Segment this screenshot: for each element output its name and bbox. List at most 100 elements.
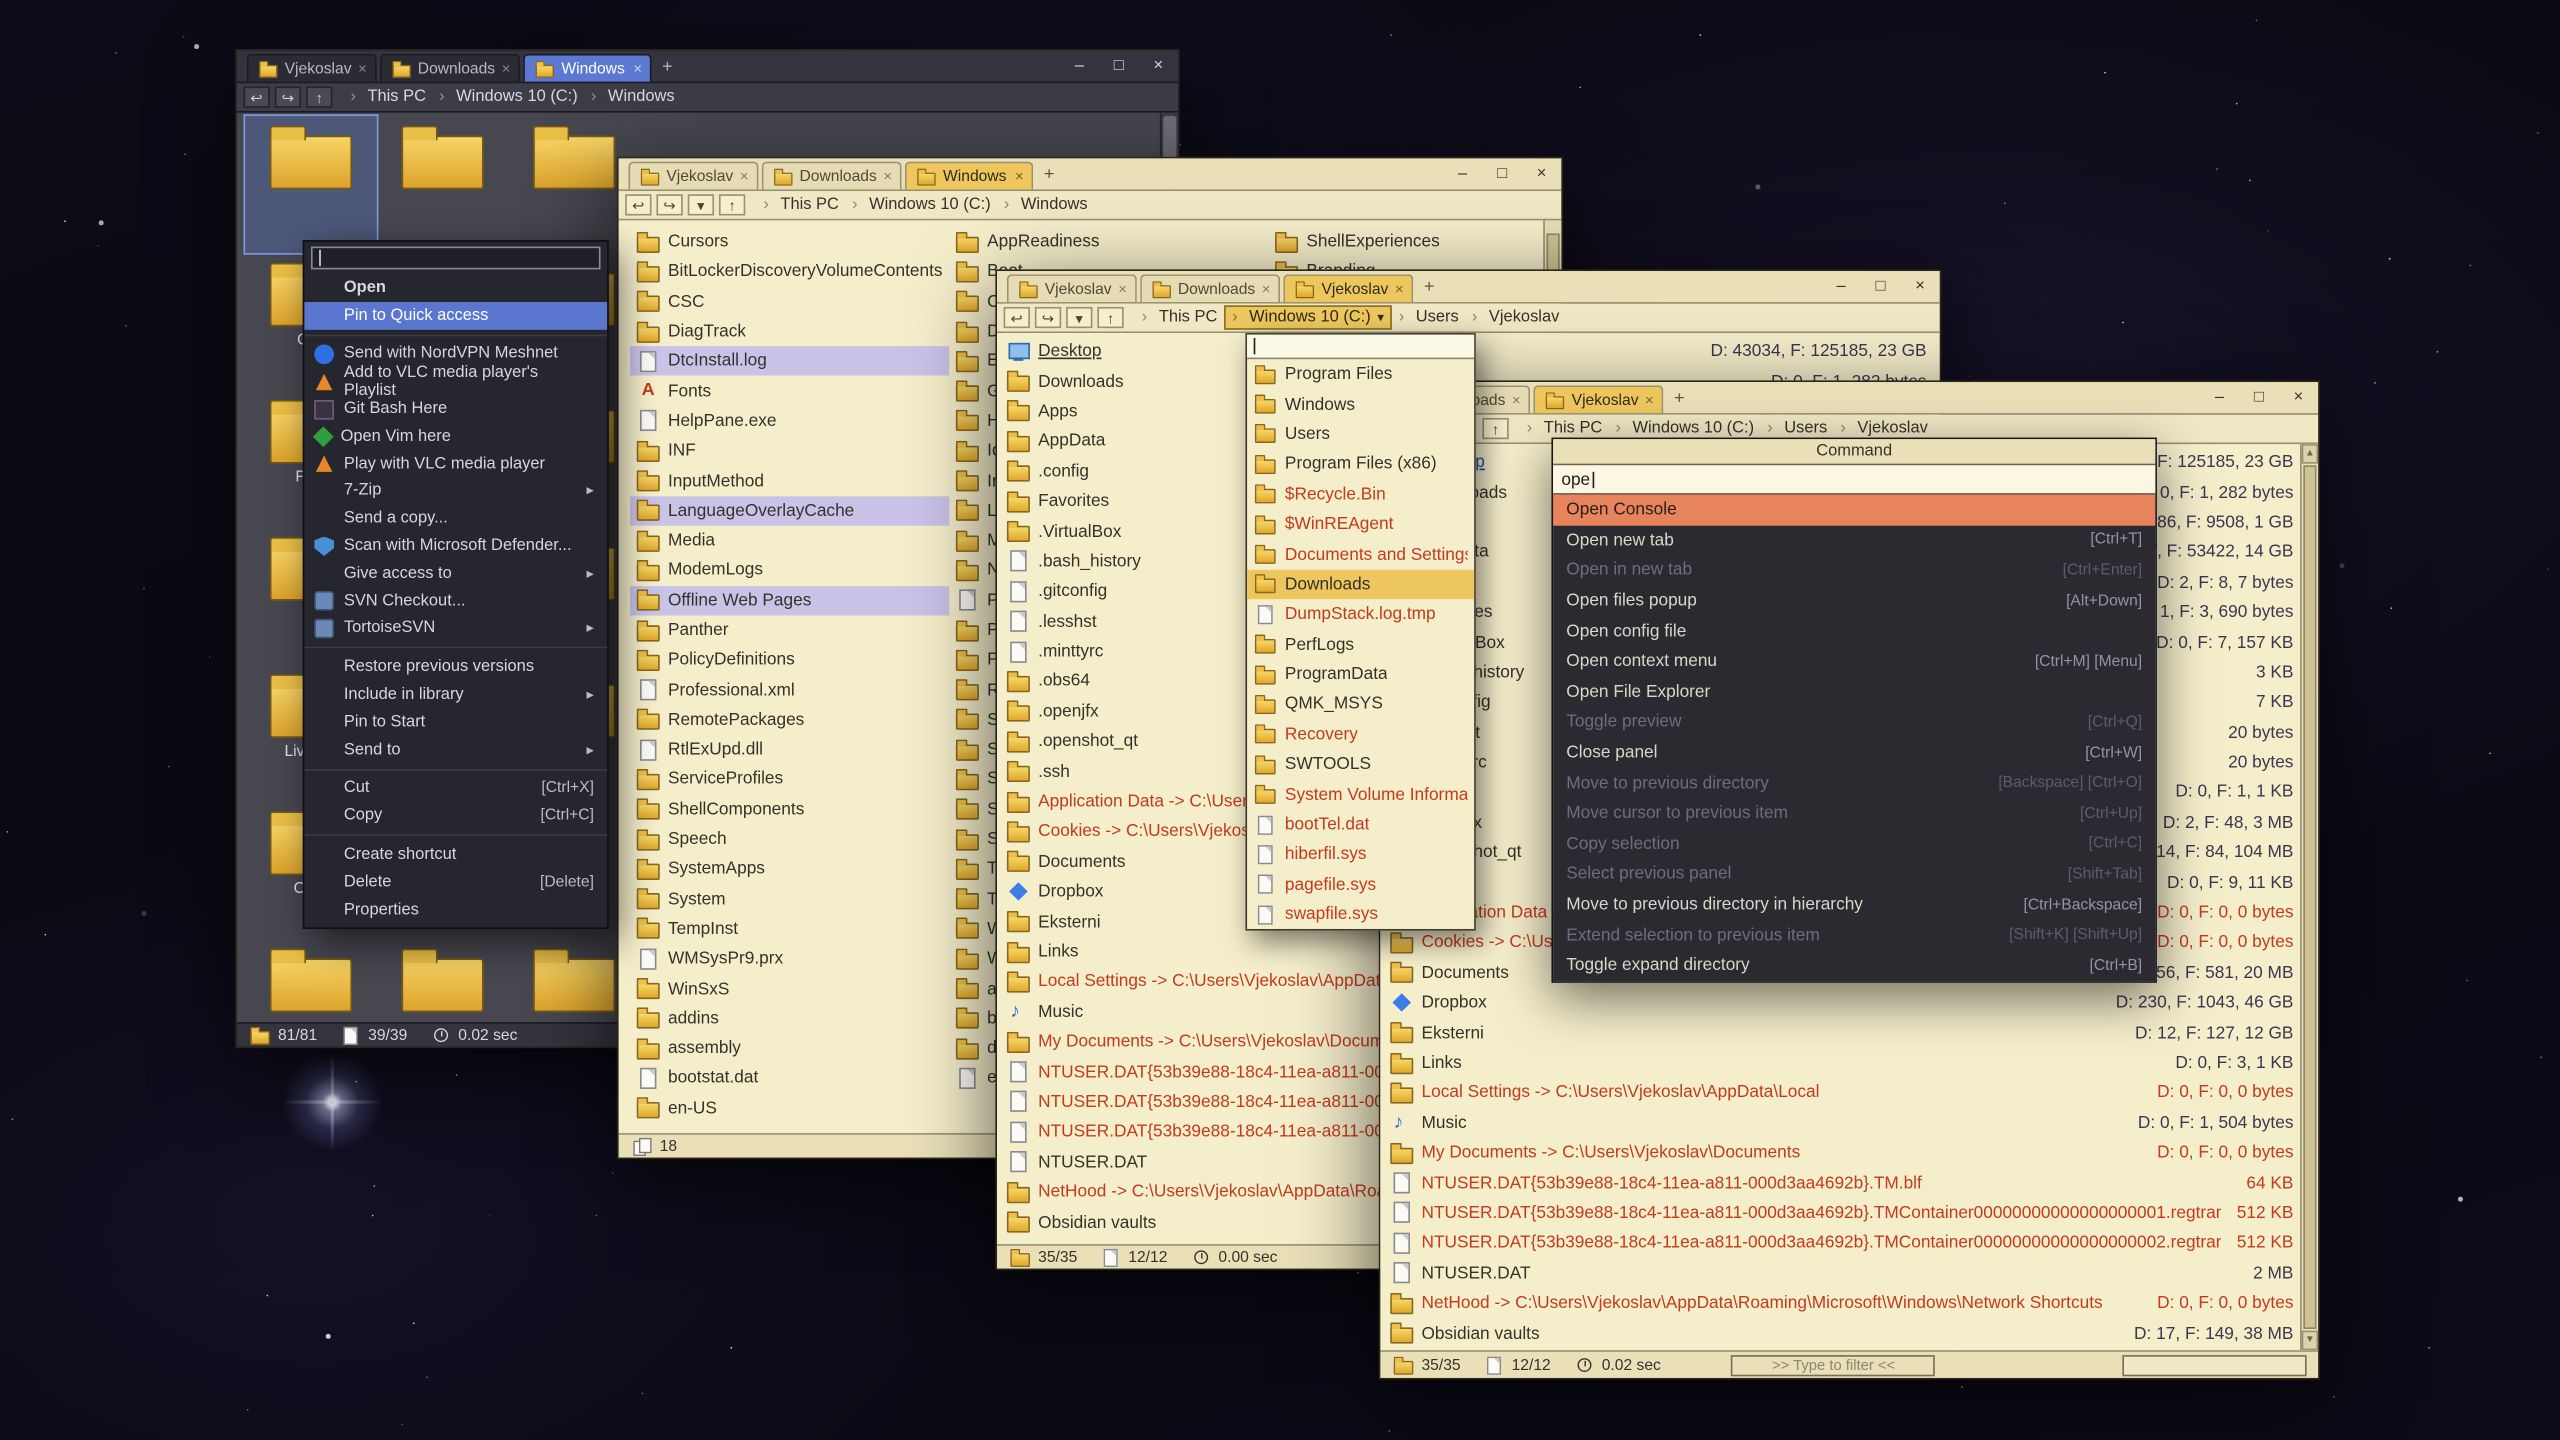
file-row[interactable]: Local Settings -> C:\Users\Vjekoslav\App… [1380,1078,2318,1108]
tab[interactable]: Vjekoslav × [1534,385,1664,413]
context-menu-item[interactable]: Send a copy... [304,505,607,532]
context-menu-item[interactable]: Include in library [304,681,607,708]
file-row[interactable]: bootstat.dat [630,1063,949,1093]
context-menu-item[interactable]: Play with VLC media player [304,450,607,477]
dropdown-item[interactable]: hiberfil.sys [1247,840,1474,870]
dropdown-item[interactable]: Users [1247,419,1474,449]
file-row[interactable]: NetHood -> C:\Users\Vjekoslav\AppData\Ro… [1380,1288,2318,1318]
dropdown-item[interactable]: DumpStack.log.tmp [1247,599,1474,629]
tab-close-icon[interactable]: × [883,168,892,184]
history-dropdown-button[interactable]: ▾ [1066,307,1092,328]
file-row[interactable]: BitLockerDiscoveryVolumeContents [630,257,949,287]
file-row[interactable]: Fonts [630,376,949,406]
file-row[interactable]: WinSxS [630,974,949,1004]
breadcrumb-item[interactable]: This PC [1520,418,1609,439]
command-item[interactable]: Open File Explorer [1553,677,2155,707]
up-button[interactable]: ↑ [1482,418,1508,439]
history-dropdown-button[interactable]: ▾ [688,194,714,215]
context-menu-item[interactable]: Give access to [304,560,607,587]
breadcrumb-item[interactable]: This PC [344,87,433,108]
dropdown-item[interactable]: System Volume Information [1247,780,1474,810]
file-row[interactable]: Dropbox D: 230, F: 1043, 46 GB [1380,988,2318,1018]
file-row[interactable]: TempInst [630,914,949,944]
file-row[interactable]: HelpPane.exe [630,406,949,436]
close-button[interactable]: × [1900,271,1939,302]
file-row[interactable]: WMSysPr9.prx [630,944,949,974]
forward-button[interactable]: ↪ [656,194,682,215]
file-row[interactable]: INF [630,436,949,466]
tab-close-icon[interactable]: × [1262,281,1271,297]
tab[interactable]: Downloads × [762,162,902,190]
maximize-button[interactable]: □ [1099,51,1138,82]
command-item[interactable]: Move to previous directory [Backspace] [… [1553,768,2155,798]
file-row[interactable]: Music D: 0, F: 1, 504 bytes [1380,1108,2318,1138]
back-button[interactable]: ↩ [243,87,269,108]
minimize-button[interactable]: – [1443,158,1482,189]
tab[interactable]: Downloads × [380,54,520,82]
command-item[interactable]: Select previous panel [Shift+Tab] [1553,859,2155,889]
scroll-down-icon[interactable]: ▼ [2302,1331,2318,1351]
dropdown-item[interactable]: bootTel.dat [1247,810,1474,840]
breadcrumb-item[interactable]: Windows 10 (C:) [433,87,585,108]
file-grid-item[interactable] [377,939,509,1022]
context-menu-filter-input[interactable] [311,247,601,270]
tab-close-icon[interactable]: × [1645,392,1654,408]
file-row[interactable]: DtcInstall.log [630,346,949,376]
dropdown-filter-input[interactable] [1247,335,1474,359]
file-row[interactable]: PolicyDefinitions [630,645,949,675]
maximize-button[interactable]: □ [1482,158,1521,189]
context-menu-item[interactable]: Delete [Delete] [304,868,607,895]
minimize-button[interactable]: – [1821,271,1860,302]
breadcrumb-item[interactable]: Vjekoslav [1834,418,1935,439]
tab-close-icon[interactable]: × [740,168,749,184]
tab-close-icon[interactable]: × [1512,392,1521,408]
filter-hint[interactable]: >> Type to filter << [1732,1354,1936,1375]
tab[interactable]: Downloads × [1140,274,1280,302]
dropdown-item[interactable]: PerfLogs [1247,629,1474,659]
command-item[interactable]: Move to previous directory in hierarchy … [1553,889,2155,919]
tab[interactable]: Vjekoslav × [628,162,758,190]
file-row[interactable]: Cursors [630,227,949,257]
file-row[interactable]: AppReadiness [949,227,1268,257]
forward-button[interactable]: ↪ [275,87,301,108]
tab-close-icon[interactable]: × [633,60,642,76]
file-row[interactable]: ShellExperiences [1268,227,1561,257]
dropdown-item[interactable]: Program Files [1247,359,1474,389]
dropdown-item[interactable]: SWTOOLS [1247,750,1474,780]
dropdown-item[interactable]: Windows [1247,389,1474,419]
command-item[interactable]: Move cursor to previous item [Ctrl+Up] [1553,798,2155,828]
context-menu-item[interactable]: Copy [Ctrl+C] [304,802,607,829]
file-row[interactable]: RtlExUpd.dll [630,735,949,765]
context-menu-item[interactable]: Add to VLC media player's Playlist [304,368,607,395]
file-row[interactable]: NTUSER.DAT{53b39e88-18c4-11ea-a811-000d3… [1380,1198,2318,1228]
minimize-button[interactable]: – [1060,51,1099,82]
breadcrumb-item[interactable]: Windows 10 (C:) [1224,305,1392,329]
close-button[interactable]: × [1522,158,1561,189]
new-tab-button[interactable]: + [1667,387,1692,411]
tab-close-icon[interactable]: × [1118,281,1127,297]
file-row[interactable]: RemotePackages [630,705,949,735]
context-menu-item[interactable]: SVN Checkout... [304,587,607,614]
file-row[interactable]: Speech [630,824,949,854]
dropdown-item[interactable]: Documents and Settings [1247,539,1474,569]
file-row[interactable]: System [630,884,949,914]
back-button[interactable]: ↩ [1004,307,1030,328]
maximize-button[interactable]: □ [1861,271,1900,302]
command-item[interactable]: Extend selection to previous item [Shift… [1553,920,2155,950]
tab[interactable]: Vjekoslav × [1284,274,1414,302]
context-menu-item[interactable]: Scan with Microsoft Defender... [304,533,607,560]
file-row[interactable]: My Documents -> C:\Users\Vjekoslav\Docum… [1380,1138,2318,1168]
context-menu-item[interactable]: Cut [Ctrl+X] [304,775,607,802]
file-row[interactable]: CSC [630,287,949,317]
up-button[interactable]: ↑ [306,87,332,108]
tab[interactable]: Windows × [905,162,1033,190]
context-menu-item[interactable]: Pin to Start [304,708,607,735]
file-row[interactable]: Links D: 0, F: 3, 1 KB [1380,1048,2318,1078]
tab-close-icon[interactable]: × [1395,281,1404,297]
breadcrumb-item[interactable]: This PC [757,194,846,215]
context-menu-item[interactable]: Open Vim here [304,423,607,450]
dropdown-item[interactable]: QMK_MSYS [1247,689,1474,719]
breadcrumb-item[interactable]: Users [1392,307,1465,328]
command-item[interactable]: Open in new tab [Ctrl+Enter] [1553,555,2155,585]
tab[interactable]: Vjekoslav × [247,54,377,82]
